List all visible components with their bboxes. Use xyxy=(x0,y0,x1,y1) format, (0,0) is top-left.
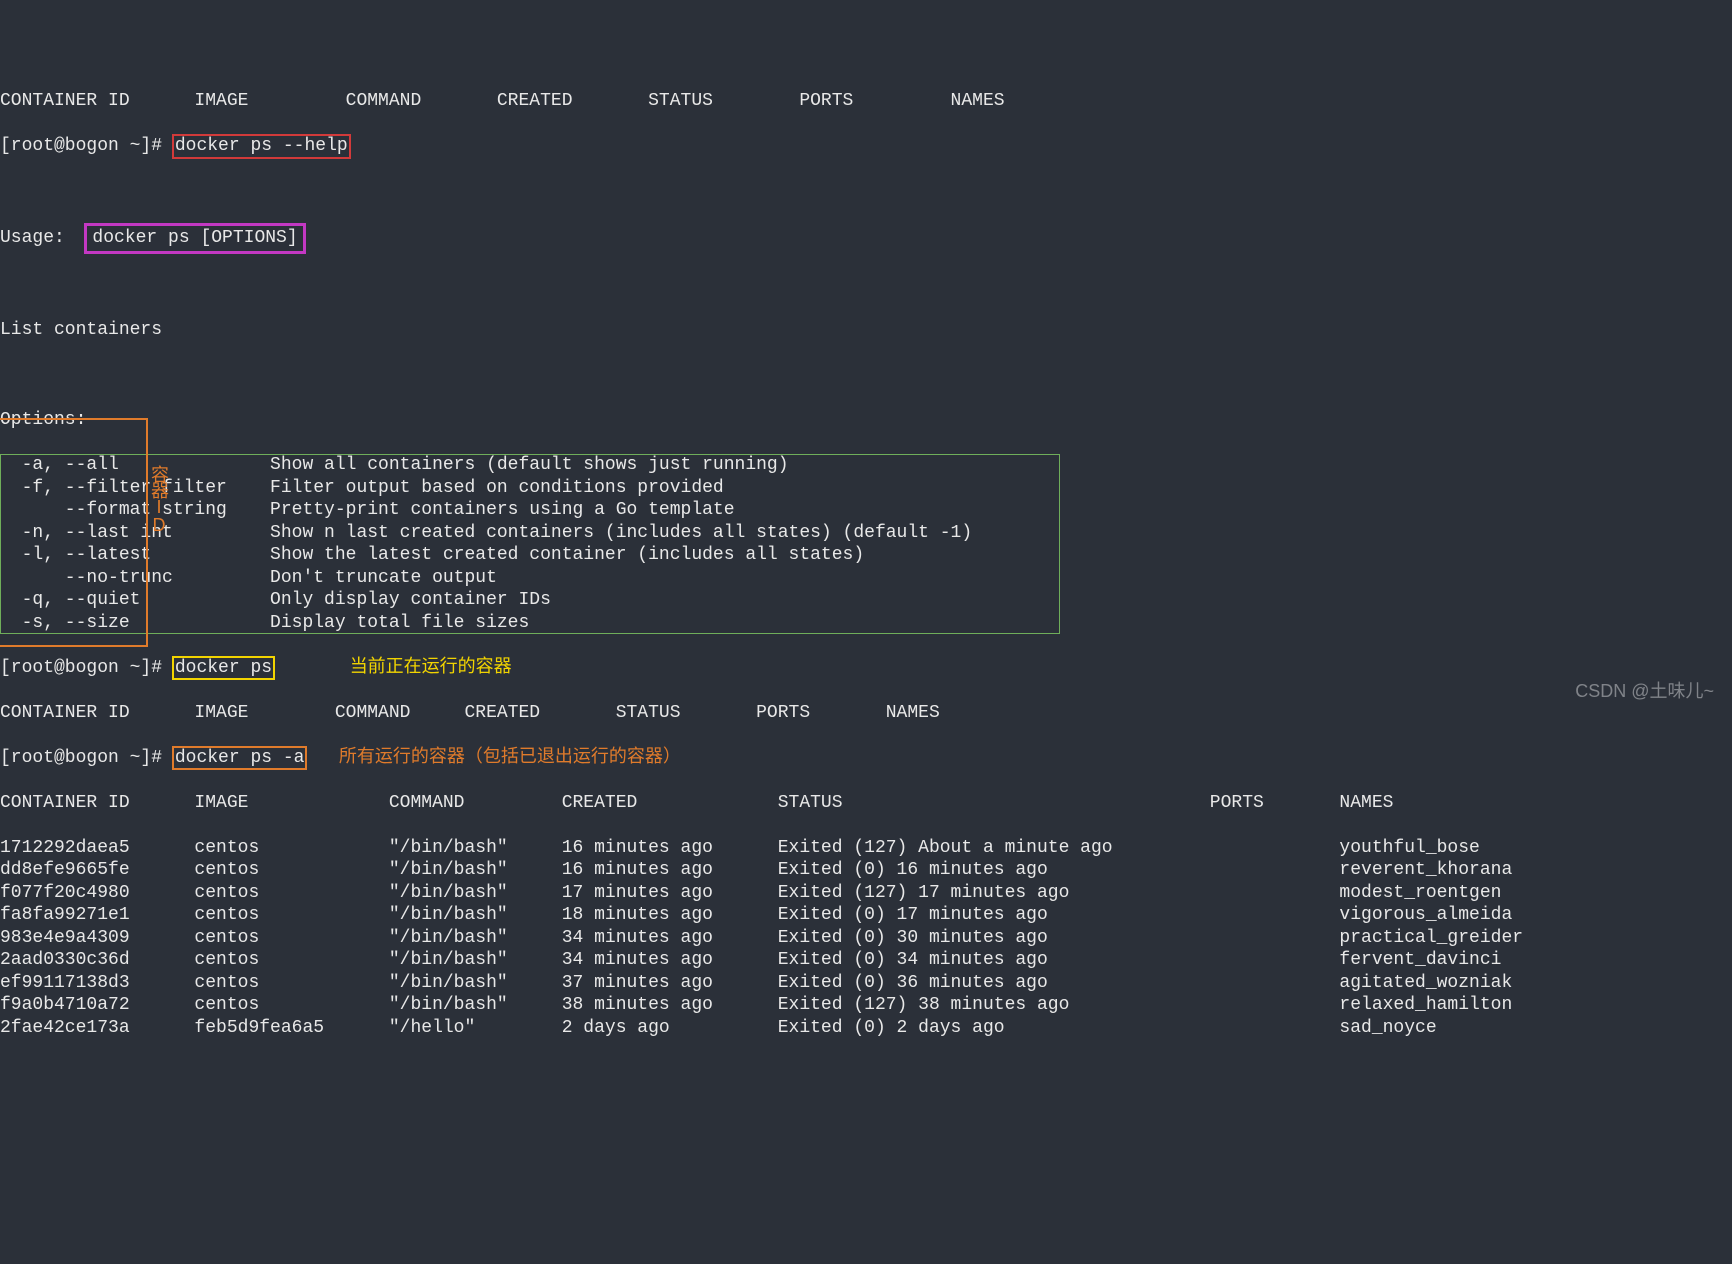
blank xyxy=(0,364,1732,387)
psa-header: CONTAINER ID IMAGE COMMAND CREATED STATU… xyxy=(0,792,1732,815)
table-row: fa8fa99271e1 centos "/bin/bash" 18 minut… xyxy=(0,904,1732,927)
table-row: dd8efe9665fe centos "/bin/bash" 16 minut… xyxy=(0,859,1732,882)
cmd-help[interactable]: docker ps --help xyxy=(173,135,350,158)
list-containers: List containers xyxy=(0,319,1732,342)
prompt: [root@bogon ~]# xyxy=(0,136,162,156)
note-ps: 当前正在运行的容器 xyxy=(350,658,512,678)
table-row: 2aad0330c36d centos "/bin/bash" 34 minut… xyxy=(0,949,1732,972)
usage-line: Usage: docker ps [OPTIONS] xyxy=(0,225,1732,252)
table-row: f9a0b4710a72 centos "/bin/bash" 38 minut… xyxy=(0,994,1732,1017)
watermark: CSDN @土味儿~ xyxy=(1575,680,1714,703)
cmd-line-ps: [root@bogon ~]# docker ps 当前正在运行的容器 xyxy=(0,657,1732,680)
cmd-line-help: [root@bogon ~]# docker ps --help xyxy=(0,135,1732,158)
ps-header: CONTAINER ID IMAGE COMMAND CREATED STATU… xyxy=(0,702,1732,725)
note-ps-a: 所有运行的容器（包括已退出运行的容器） xyxy=(339,748,681,768)
blank xyxy=(0,180,1732,203)
container-rows: 1712292daea5 centos "/bin/bash" 16 minut… xyxy=(0,837,1732,1040)
table-row: 1712292daea5 centos "/bin/bash" 16 minut… xyxy=(0,837,1732,860)
cmd-line-ps-a: [root@bogon ~]# docker ps -a 所有运行的容器（包括已… xyxy=(0,747,1732,770)
header-row-cut: CONTAINER ID IMAGE COMMAND CREATED STATU… xyxy=(0,90,1732,113)
usage-label: Usage: xyxy=(0,228,65,248)
table-row: 983e4e9a4309 centos "/bin/bash" 34 minut… xyxy=(0,927,1732,950)
option-row: -l, --latest Show the latest created con… xyxy=(0,544,1060,567)
options-label: Options: xyxy=(0,409,1732,432)
blank xyxy=(0,274,1732,297)
container-id-side-label: 容器ID xyxy=(150,465,168,533)
prompt: [root@bogon ~]# xyxy=(0,748,162,768)
table-row: f077f20c4980 centos "/bin/bash" 17 minut… xyxy=(0,882,1732,905)
cmd-ps-a[interactable]: docker ps -a xyxy=(173,747,307,770)
option-row: --no-trunc Don't truncate output xyxy=(0,567,1060,590)
option-row: -q, --quiet Only display container IDs xyxy=(0,589,1060,612)
usage-text: docker ps [OPTIONS] xyxy=(86,225,303,252)
prompt: [root@bogon ~]# xyxy=(0,658,162,678)
option-row: -s, --size Display total file sizes xyxy=(0,612,1060,635)
cmd-ps[interactable]: docker ps xyxy=(173,657,274,680)
table-row: 2fae42ce173a feb5d9fea6a5 "/hello" 2 day… xyxy=(0,1017,1732,1040)
table-row: ef99117138d3 centos "/bin/bash" 37 minut… xyxy=(0,972,1732,995)
